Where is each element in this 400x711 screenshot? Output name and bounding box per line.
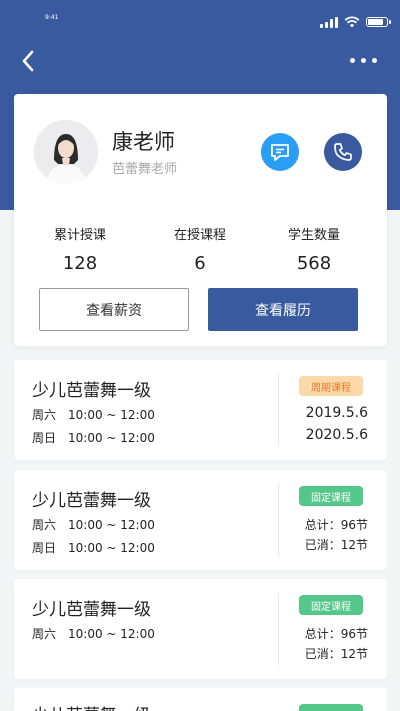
schedule-day: 周六 xyxy=(32,627,57,641)
avatar-image xyxy=(34,120,98,184)
schedule-time: 10:00 ~ 12:00 xyxy=(68,627,155,641)
back-button[interactable] xyxy=(16,48,42,74)
schedule-line: 周六 10:00 ~ 12:00 xyxy=(32,516,155,533)
teacher-profile-card: 康老师 芭蕾舞老师 累计授课 128 在授课程 6 学生数量 568 查看薪资 … xyxy=(14,94,387,346)
stat-value: 128 xyxy=(62,253,98,274)
course-title: 少儿芭蕾舞一级 xyxy=(32,600,151,620)
schedule-day: 周日 xyxy=(32,541,57,555)
stat-total-lessons: 累计授课 128 xyxy=(25,224,135,274)
schedule-day: 周六 xyxy=(32,408,57,422)
stat-value: 568 xyxy=(296,253,332,274)
stat-active-courses: 在授课程 6 xyxy=(145,224,255,274)
schedule-line: 周日 10:00 ~ 12:00 xyxy=(32,539,155,556)
divider xyxy=(278,593,279,665)
more-button[interactable] xyxy=(350,52,378,68)
course-type-tag xyxy=(299,704,363,711)
chat-bubble-icon xyxy=(271,144,289,161)
view-salary-button[interactable]: 查看薪资 xyxy=(39,288,189,331)
schedule-day: 周日 xyxy=(32,431,57,445)
course-card[interactable]: 少儿芭蕾舞一级 周六 10:00 ~ 12:00 周日 10:00 ~ 12:00 … xyxy=(14,360,387,460)
course-type-tag: 周期课程 xyxy=(299,376,363,396)
schedule-time: 10:00 ~ 12:00 xyxy=(68,518,155,532)
lesson-used: 已消：12节 xyxy=(304,647,368,661)
chat-button[interactable] xyxy=(261,133,299,171)
status-icons xyxy=(320,16,391,28)
schedule-line: 周日 10:00 ~ 12:00 xyxy=(32,429,155,446)
teacher-name: 康老师 xyxy=(112,130,175,154)
course-title: 少儿芭蕾舞一级 xyxy=(32,491,151,511)
more-dots-icon xyxy=(350,57,355,63)
teacher-title: 芭蕾舞老师 xyxy=(112,162,178,177)
start-date: 2019.5.6 xyxy=(305,405,368,421)
status-bar: 9:41 xyxy=(0,0,400,44)
avatar[interactable] xyxy=(34,120,98,184)
phone-icon xyxy=(334,143,352,161)
schedule-time: 10:00 ~ 12:00 xyxy=(68,408,155,422)
course-type-tag: 固定课程 xyxy=(299,595,363,615)
divider xyxy=(278,374,279,446)
lesson-total: 总计：96节 xyxy=(304,518,368,532)
signal-icon xyxy=(320,16,338,28)
course-card[interactable]: 少儿芭蕾舞一级 周六 10:00 ~ 12:00 固定课程 总计：96节 已消：1… xyxy=(14,579,387,679)
course-title: 少儿芭蕾舞一级 xyxy=(32,381,151,401)
schedule-time: 10:00 ~ 12:00 xyxy=(68,431,155,445)
course-title: 少儿芭蕾舞一级 xyxy=(32,701,151,711)
lesson-used: 已消：12节 xyxy=(304,538,368,552)
schedule-line: 周六 10:00 ~ 12:00 xyxy=(32,406,155,423)
status-time: 9:41 xyxy=(45,14,59,21)
view-resume-button[interactable]: 查看履历 xyxy=(208,288,358,331)
stat-label: 在授课程 xyxy=(173,228,226,243)
stat-label: 学生数量 xyxy=(287,228,340,243)
lesson-total: 总计：96节 xyxy=(304,627,368,641)
stat-label: 累计授课 xyxy=(53,228,106,243)
battery-icon xyxy=(366,17,391,27)
stat-student-count: 学生数量 568 xyxy=(259,224,369,274)
course-card[interactable]: 少儿芭蕾舞一级 周六 10:00 ~ 12:00 周日 10:00 ~ 12:00 … xyxy=(14,470,387,570)
divider xyxy=(278,484,279,556)
course-card[interactable]: 少儿芭蕾舞一级 xyxy=(14,688,387,711)
phone-button[interactable] xyxy=(324,133,362,171)
stat-value: 6 xyxy=(194,253,206,274)
chevron-left-icon xyxy=(22,50,34,72)
schedule-day: 周六 xyxy=(32,518,57,532)
wifi-icon xyxy=(344,16,360,28)
schedule-line: 周六 10:00 ~ 12:00 xyxy=(32,625,155,642)
schedule-time: 10:00 ~ 12:00 xyxy=(68,541,155,555)
course-type-tag: 固定课程 xyxy=(299,486,363,506)
end-date: 2020.5.6 xyxy=(305,427,368,443)
